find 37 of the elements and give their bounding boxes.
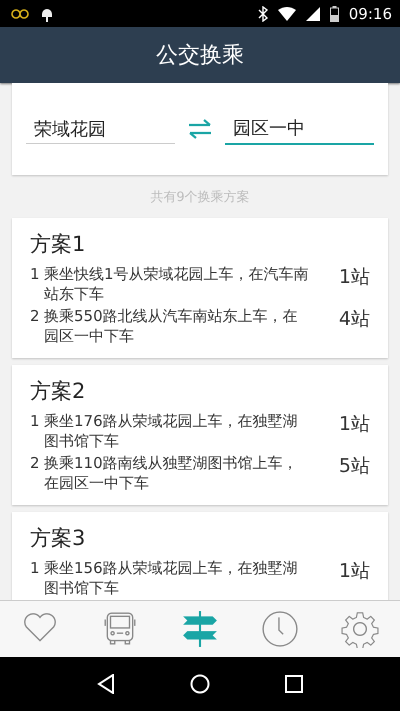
clock-icon[interactable] (261, 610, 299, 648)
stop-count: 4站 (338, 307, 370, 332)
wifi-icon (278, 6, 296, 20)
battery-icon (330, 6, 339, 22)
signal-icon (306, 6, 320, 20)
back-icon[interactable] (97, 674, 116, 694)
step-number: 1 (30, 411, 41, 431)
step-number: 1 (30, 264, 41, 284)
plan-title: 方案1 (30, 231, 86, 258)
plan-card[interactable]: 方案3 1 乘坐156路从荣域花园上车，在独墅湖图书馆下车 1站 (12, 512, 388, 600)
app-title: 公交换乘 (156, 42, 244, 70)
home-icon[interactable] (190, 674, 210, 694)
plan-card[interactable]: 方案1 1 乘坐快线1号从荣域花园上车，在汽车南站东下车 1站 2 换乘550路北线从汽车南站东上车，在园区一中下车 4站 (12, 218, 388, 358)
clock-time: 09:16 (348, 4, 392, 22)
signpost-icon[interactable] (181, 610, 219, 648)
step-description: 换乘110路南线从独墅湖图书馆上车，在园区一中下车 (44, 453, 299, 493)
stop-count: 1站 (338, 265, 370, 290)
step-number: 2 (30, 306, 41, 326)
swap-icon[interactable] (187, 119, 213, 139)
plan-title: 方案3 (30, 525, 86, 552)
stop-count: 5站 (338, 454, 370, 479)
step-number: 1 (30, 558, 41, 578)
stop-count: 1站 (338, 412, 370, 437)
stop-count: 1站 (338, 559, 370, 584)
destination-field[interactable]: 园区一中 (225, 114, 374, 144)
bluetooth-icon (258, 6, 268, 22)
step-description: 乘坐快线1号从荣域花园上车，在汽车南站东下车 (44, 264, 310, 304)
recents-icon[interactable] (284, 675, 303, 693)
notification-icon (10, 6, 30, 20)
step-number: 2 (30, 453, 41, 473)
step-description: 乘坐176路从荣域花园上车，在独墅湖图书馆下车 (44, 411, 299, 451)
step-description: 换乘550路北线从汽车南站东上车，在园区一中下车 (44, 306, 299, 346)
plan-title: 方案2 (30, 378, 86, 405)
settings-icon[interactable] (341, 610, 379, 648)
plan-card[interactable]: 方案2 1 乘坐176路从荣域花园上车，在独墅湖图书馆下车 1站 2 换乘110路南线从独墅湖图书馆上车，在园区一中下车 5站 (12, 365, 388, 505)
step-description: 乘坐156路从荣域花园上车，在独墅湖图书馆下车 (44, 558, 299, 598)
origin-field[interactable]: 荣域花园 (26, 114, 175, 144)
